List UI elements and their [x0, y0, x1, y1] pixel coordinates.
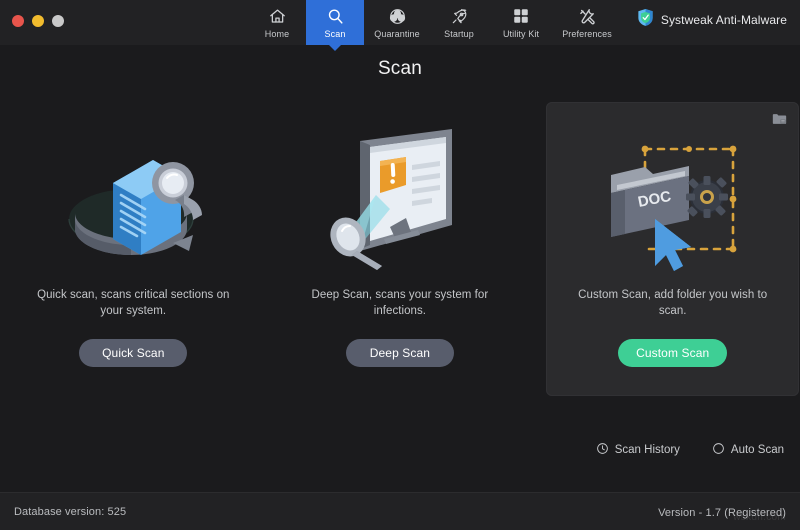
version-area: Version - 1.7 (Registered) wsxdn.com: [658, 503, 786, 523]
rocket-icon: [450, 6, 469, 26]
nav-label-quarantine: Quarantine: [374, 29, 420, 39]
monitor-warning-illustration: [267, 102, 534, 287]
title-bar: Home Scan Quarantine Startup Utility Kit…: [0, 0, 800, 45]
nav-item-startup[interactable]: Startup: [430, 0, 488, 45]
nav-label-startup: Startup: [444, 29, 474, 39]
scan-history-label: Scan History: [614, 444, 680, 456]
app-window: Home Scan Quarantine Startup Utility Kit…: [0, 0, 800, 530]
minimize-button[interactable]: [32, 15, 44, 27]
clock-icon: [596, 442, 609, 458]
main-navigation: Home Scan Quarantine Startup Utility Kit…: [248, 0, 620, 45]
status-bar: Database version: 525 Version - 1.7 (Reg…: [0, 492, 800, 530]
nav-item-utility-kit[interactable]: Utility Kit: [488, 0, 554, 45]
footer-actions: Scan History Auto Scan: [596, 442, 784, 458]
nav-item-home[interactable]: Home: [248, 0, 306, 45]
nav-label-home: Home: [264, 29, 290, 39]
brand-name: Systweak Anti-Malware: [660, 13, 787, 27]
deep-scan-description: Deep Scan, scans your system for infecti…: [311, 289, 489, 317]
quick-scan-button[interactable]: Quick Scan: [79, 339, 188, 367]
document-magnifier-illustration: [0, 102, 267, 287]
quick-scan-card[interactable]: Quick scan, scans critical sections on y…: [0, 102, 267, 396]
shield-icon: [637, 8, 654, 32]
nav-label-utility-kit: Utility Kit: [502, 29, 540, 39]
folder-icon[interactable]: [772, 112, 787, 130]
nav-label-preferences: Preferences: [562, 29, 612, 39]
custom-scan-description: Custom Scan, add folder you wish to scan…: [578, 289, 768, 317]
custom-scan-card[interactable]: DOC Custom Scan, add folder you wish to …: [546, 102, 800, 396]
nav-item-preferences[interactable]: Preferences: [554, 0, 620, 45]
scan-history-link[interactable]: Scan History: [596, 442, 680, 458]
biohazard-icon: [388, 6, 407, 26]
app-version: Version - 1.7 (Registered): [658, 506, 786, 519]
deep-scan-card[interactable]: Deep Scan, scans your system for infecti…: [267, 102, 534, 396]
nav-label-scan: Scan: [324, 29, 346, 39]
tools-icon: [578, 6, 597, 26]
zoom-button[interactable]: [52, 15, 64, 27]
close-button[interactable]: [12, 15, 24, 27]
home-icon: [268, 6, 287, 26]
grid-icon: [512, 6, 530, 26]
window-controls: [12, 15, 64, 27]
auto-scan-label: Auto Scan: [730, 444, 784, 456]
auto-scan-icon: [712, 442, 725, 458]
custom-scan-button[interactable]: Custom Scan: [618, 339, 728, 367]
page-title: Scan: [377, 58, 423, 79]
search-icon: [326, 6, 345, 26]
folder-cursor-gear-illustration: DOC: [546, 102, 799, 287]
scan-options: Quick scan, scans critical sections on y…: [0, 102, 800, 396]
brand: Systweak Anti-Malware: [637, 8, 787, 32]
auto-scan-link[interactable]: Auto Scan: [712, 442, 784, 458]
deep-scan-button[interactable]: Deep Scan: [345, 339, 454, 367]
database-version: Database version: 525: [14, 505, 127, 518]
nav-item-scan[interactable]: Scan: [306, 0, 364, 45]
quick-scan-description: Quick scan, scans critical sections on y…: [37, 289, 230, 317]
nav-item-quarantine[interactable]: Quarantine: [364, 0, 430, 45]
